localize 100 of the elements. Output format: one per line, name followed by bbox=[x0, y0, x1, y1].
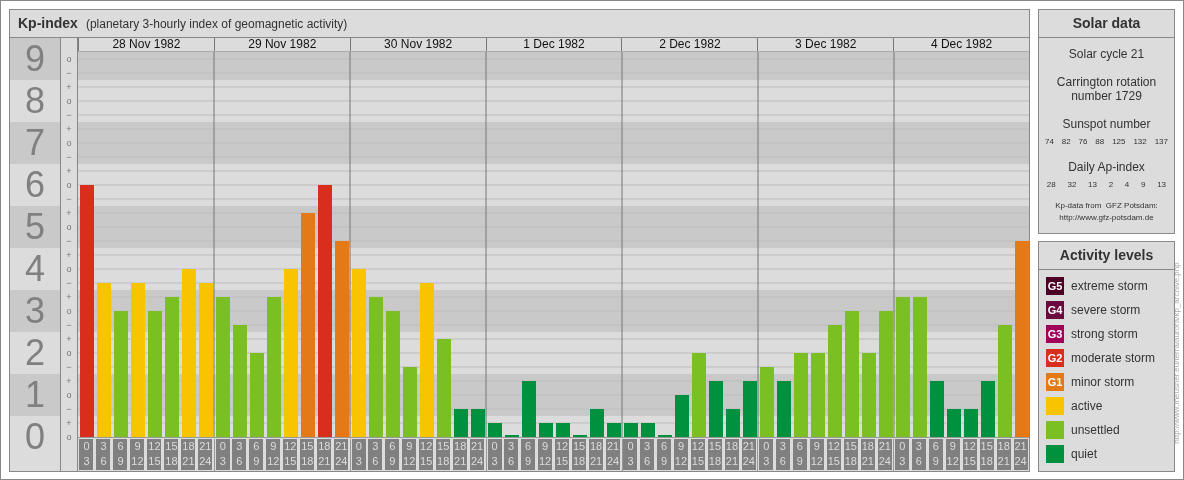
time-slot-label: 0 3 bbox=[79, 439, 94, 470]
time-slot-label: 9 12 bbox=[809, 439, 824, 470]
data-source: Kp-data from GFZ Potsdam: bbox=[1055, 200, 1158, 212]
time-slot-label: 12 15 bbox=[147, 439, 162, 470]
time-slot-label: 0 3 bbox=[351, 439, 366, 470]
kp-tick-mark: − bbox=[66, 278, 72, 288]
kp-tick-mark: o bbox=[66, 348, 72, 358]
kp-tick-mark: − bbox=[66, 194, 72, 204]
level-swatch: G4 bbox=[1046, 301, 1064, 319]
time-slot-label: 18 21 bbox=[453, 439, 468, 470]
ap-value: 32 bbox=[1067, 179, 1077, 191]
time-slot-label: 6 9 bbox=[792, 439, 807, 470]
level-label: moderate storm bbox=[1071, 350, 1156, 367]
date-label: 3 Dec 1982 bbox=[757, 38, 894, 51]
kp-tick-mark: − bbox=[66, 362, 72, 372]
time-slot-label: 12 15 bbox=[419, 439, 434, 470]
time-slot-label: 15 18 bbox=[843, 439, 858, 470]
ap-value: 28 bbox=[1046, 179, 1056, 191]
sunspot-value: 132 bbox=[1133, 136, 1147, 148]
kp-tick-mark: − bbox=[66, 320, 72, 330]
kp-tick-mark: − bbox=[66, 236, 72, 246]
kp-tick-mark: o bbox=[66, 54, 72, 64]
time-slot-label: 21 24 bbox=[1013, 439, 1028, 470]
sunspot-heading: Sunspot number bbox=[1062, 116, 1151, 133]
time-slot-label: 9 12 bbox=[266, 439, 281, 470]
panel-title: Activity levels bbox=[1059, 246, 1154, 265]
kp-tick-mark: + bbox=[66, 418, 72, 428]
time-slot-label: 21 24 bbox=[741, 439, 756, 470]
date-label: 1 Dec 1982 bbox=[485, 38, 622, 51]
time-slot-label: 9 12 bbox=[945, 439, 960, 470]
time-slot-label: 18 21 bbox=[996, 439, 1011, 470]
date-label: 4 Dec 1982 bbox=[893, 38, 1029, 51]
level-swatch: G1 bbox=[1046, 373, 1064, 391]
kp-axis-label: 1 bbox=[25, 374, 45, 416]
time-slot-label: 3 6 bbox=[368, 439, 383, 470]
time-slot-label: 0 3 bbox=[895, 439, 910, 470]
date-label: 30 Nov 1982 bbox=[349, 38, 486, 51]
ap-value: 13 bbox=[1088, 179, 1097, 191]
level-label: strong storm bbox=[1071, 326, 1138, 343]
level-label: quiet bbox=[1071, 446, 1098, 463]
time-slot-label: 18 21 bbox=[724, 439, 739, 470]
time-slot-label: 6 9 bbox=[249, 439, 264, 470]
time-slot-label: 15 18 bbox=[979, 439, 994, 470]
time-slot-label: 18 21 bbox=[589, 439, 603, 470]
time-slot-label: 3 6 bbox=[504, 439, 519, 470]
solar-cycle: Solar cycle 21 bbox=[1068, 46, 1145, 63]
level-label: extreme storm bbox=[1071, 278, 1148, 295]
kp-tick-mark: o bbox=[66, 138, 72, 148]
time-slot-label: 21 24 bbox=[470, 439, 485, 470]
kp-tick-mark: o bbox=[66, 222, 72, 232]
kp-tick-mark: − bbox=[66, 152, 72, 162]
time-slot-label: 0 3 bbox=[623, 439, 638, 470]
date-label: 29 Nov 1982 bbox=[213, 38, 350, 51]
kp-tick-mark: − bbox=[66, 404, 72, 414]
time-slot-label: 3 6 bbox=[911, 439, 926, 470]
kp-tick-mark: + bbox=[66, 82, 72, 92]
ap-value: 2 bbox=[1108, 179, 1114, 191]
kp-tick-mark: + bbox=[66, 334, 72, 344]
time-slot-label: 9 12 bbox=[402, 439, 417, 470]
sunspot-value: 76 bbox=[1078, 136, 1088, 148]
ap-value: 13 bbox=[1157, 179, 1167, 191]
kp-axis-label: 0 bbox=[25, 416, 45, 458]
time-slot-label: 21 24 bbox=[877, 439, 892, 470]
time-slot-label: 15 18 bbox=[707, 439, 722, 470]
kp-tick-mark: o bbox=[66, 264, 72, 274]
time-slot-label: 0 3 bbox=[487, 439, 502, 470]
kp-axis-label: 4 bbox=[25, 248, 45, 290]
kp-tick-mark: o bbox=[66, 390, 72, 400]
time-slot-label: 6 9 bbox=[656, 439, 671, 470]
kp-axis-label: 2 bbox=[25, 332, 45, 374]
time-slot-label: 9 12 bbox=[538, 439, 553, 470]
sunspot-value: 125 bbox=[1112, 136, 1126, 148]
time-slot-label: 15 18 bbox=[436, 439, 451, 470]
kp-tick-mark: − bbox=[66, 68, 72, 78]
source-link[interactable]: http://www.gfz-potsdam.de bbox=[1059, 212, 1154, 224]
sunspot-value: 137 bbox=[1154, 136, 1168, 148]
kp-tick-mark: + bbox=[66, 208, 72, 218]
ap-value: 9 bbox=[1141, 179, 1146, 191]
time-slot-label: 3 6 bbox=[232, 439, 247, 470]
time-slot-label: 9 12 bbox=[673, 439, 688, 470]
level-swatch: G5 bbox=[1046, 277, 1064, 295]
kp-axis-label: 7 bbox=[25, 122, 45, 164]
kp-tick-mark: + bbox=[66, 292, 72, 302]
time-slot-label: 6 9 bbox=[113, 439, 128, 470]
ap-heading: Daily Ap-index bbox=[1068, 159, 1145, 176]
kp-tick-mark: o bbox=[66, 96, 72, 106]
kp-axis-label: 3 bbox=[25, 290, 45, 332]
kp-axis-label: 9 bbox=[25, 38, 45, 80]
level-label: severe storm bbox=[1071, 302, 1141, 319]
time-slot-label: 21 24 bbox=[334, 439, 349, 470]
time-slot-label: 6 9 bbox=[521, 439, 536, 470]
kp-tick-mark: o bbox=[66, 306, 72, 316]
time-slot-label: 3 6 bbox=[96, 439, 111, 470]
time-slot-label: 12 15 bbox=[283, 439, 298, 470]
time-slot-label: 12 15 bbox=[826, 439, 841, 470]
time-slot-label: 12 15 bbox=[962, 439, 977, 470]
kp-tick-mark: o bbox=[66, 180, 72, 190]
kp-tick-mark: + bbox=[66, 250, 72, 260]
time-slot-label: 18 21 bbox=[860, 439, 875, 470]
panel-title: Solar data bbox=[1072, 14, 1141, 33]
